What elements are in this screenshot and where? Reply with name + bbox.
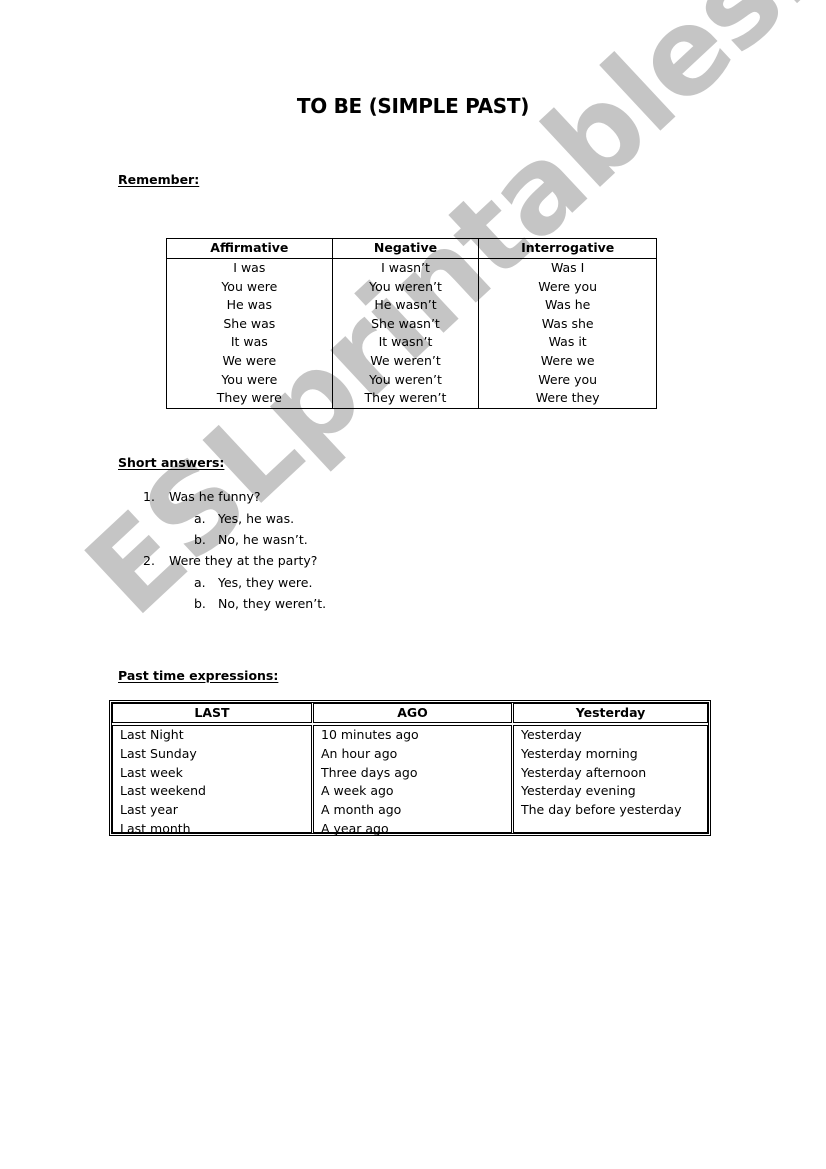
column-yesterday: Yesterday Yesterday Yesterday morning Yest…: [513, 703, 708, 833]
answer-text: Yes, he was.: [218, 511, 295, 526]
table-row: They were They weren’t Were they: [166, 389, 657, 409]
table-cell: They were: [166, 389, 333, 409]
table-cell: She was: [166, 314, 333, 334]
expression-item: Yesterday evening: [521, 783, 636, 799]
header-negative: Negative: [331, 238, 480, 259]
table-row: You were You weren’t Were you: [166, 370, 657, 390]
table-cell: Was she: [478, 314, 657, 334]
past-time-heading: Past time expressions:: [118, 668, 279, 683]
answer-text: No, he wasn’t.: [218, 532, 308, 547]
expression-item: Last week: [120, 764, 183, 780]
table-cell: He was: [166, 296, 333, 315]
table-row: I was I wasn’t Was I: [166, 258, 657, 278]
header-affirmative: Affirmative: [166, 238, 333, 259]
verb-table-header-row: Affirmative Negative Interrogative: [166, 238, 657, 259]
answer-text: Yes, they were.: [218, 575, 313, 590]
column-ago: AGO 10 minutes ago An hour ago Three days …: [313, 703, 512, 836]
table-cell: You were: [166, 277, 333, 297]
table-cell: They weren’t: [331, 389, 480, 409]
expression-item: Last year: [120, 802, 178, 818]
table-cell: Was it: [478, 333, 657, 352]
expression-item: A month ago: [321, 802, 402, 818]
answer-letter: b.: [194, 532, 206, 547]
column-header: LAST: [112, 703, 312, 723]
answer-letter: b.: [194, 596, 206, 611]
expression-item: A week ago: [321, 783, 394, 799]
column-last: LAST Last Night Last Sunday Last week Last …: [112, 703, 312, 836]
expression-item: Yesterday morning: [521, 745, 638, 761]
short-answers-heading: Short answers:: [118, 455, 225, 470]
table-cell: Were you: [478, 277, 657, 297]
table-cell: Was he: [478, 296, 657, 315]
table-cell: Were we: [478, 351, 657, 371]
question-text: Were they at the party?: [169, 553, 318, 568]
expression-item: Yesterday afternoon: [521, 764, 647, 780]
table-row: It was It wasn’t Was it: [166, 333, 657, 352]
verb-table: Affirmative Negative Interrogative I was…: [166, 238, 657, 409]
page-title: TO BE (SIMPLE PAST): [296, 94, 530, 118]
column-header: AGO: [313, 703, 512, 723]
table-cell: I was: [166, 258, 333, 278]
table-row: He was He wasn’t Was he: [166, 296, 657, 315]
expression-item: Last weekend: [120, 783, 206, 799]
table-cell: You weren’t: [331, 370, 480, 390]
column-items: Yesterday Yesterday morning Yesterday afte…: [513, 725, 708, 833]
table-cell: We weren’t: [331, 351, 480, 371]
table-row: She was She wasn’t Was she: [166, 314, 657, 334]
expression-item: An hour ago: [321, 745, 398, 761]
answer-text: No, they weren’t.: [218, 596, 327, 611]
table-cell: It was: [166, 333, 333, 352]
question-number: 2.: [143, 553, 155, 568]
expression-item: The day before yesterday: [521, 802, 682, 818]
remember-heading: Remember:: [118, 172, 200, 187]
expression-item: 10 minutes ago: [321, 727, 419, 742]
expression-item: Last Sunday: [120, 745, 197, 761]
column-items: 10 minutes ago An hour ago Three days ago A…: [313, 725, 512, 836]
past-time-table: LAST Last Night Last Sunday Last week Last …: [109, 700, 711, 836]
answer-letter: a.: [194, 575, 206, 590]
expression-item: Last Night: [120, 727, 184, 742]
table-cell: You weren’t: [331, 277, 480, 297]
table-cell: He wasn’t: [331, 296, 480, 315]
table-cell: You were: [166, 370, 333, 390]
expression-item: A year ago: [321, 820, 389, 836]
column-items: Last Night Last Sunday Last week Last weeke…: [112, 725, 312, 836]
table-cell: Were they: [478, 389, 657, 409]
table-cell: I wasn’t: [331, 258, 480, 278]
table-row: We were We weren’t Were we: [166, 351, 657, 371]
expression-item: Three days ago: [321, 764, 418, 780]
header-interrogative: Interrogative: [478, 238, 657, 259]
table-cell: It wasn’t: [331, 333, 480, 352]
question-text: Was he funny?: [169, 489, 261, 504]
table-cell: Was I: [478, 258, 657, 278]
table-cell: She wasn’t: [331, 314, 480, 334]
expression-item: Yesterday: [521, 727, 582, 742]
expression-item: Last month: [120, 820, 191, 836]
column-header: Yesterday: [513, 703, 708, 723]
answer-letter: a.: [194, 511, 206, 526]
table-cell: We were: [166, 351, 333, 371]
table-cell: Were you: [478, 370, 657, 390]
table-row: You were You weren’t Were you: [166, 277, 657, 297]
question-number: 1.: [143, 489, 155, 504]
